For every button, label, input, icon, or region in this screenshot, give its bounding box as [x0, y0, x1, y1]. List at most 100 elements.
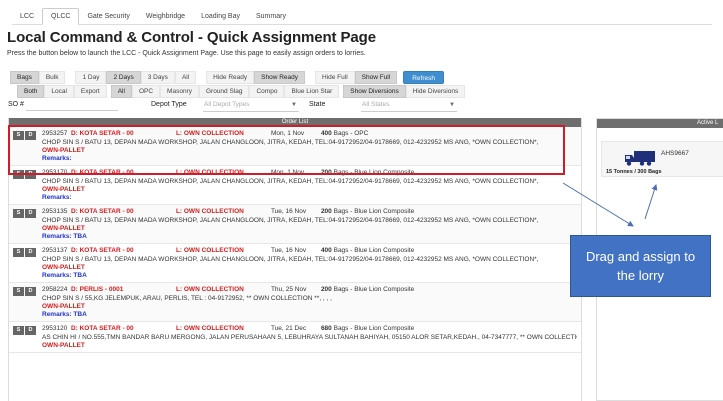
order-remarks: Remarks: TBA — [42, 311, 87, 318]
hide-ready-button[interactable]: Hide Ready — [206, 71, 255, 84]
order-date: Thu, 25 Nov — [270, 286, 307, 293]
two-days-button[interactable]: 2 Days — [106, 71, 141, 84]
order-row[interactable]: S D 2953135 D: KOTA SETAR - 00 L: OWN COLLE… — [9, 205, 581, 244]
chevron-down-icon: ▼ — [291, 102, 297, 108]
order-sd-badges: SD — [13, 287, 37, 296]
order-load-type: L: OWN COLLECTION — [175, 247, 244, 254]
order-date: Tue, 16 Nov — [270, 208, 307, 215]
order-product: Bags - Blue Lion Composite — [333, 247, 415, 254]
compo-button[interactable]: Compo — [249, 85, 285, 98]
refresh-button[interactable]: Refresh — [403, 71, 444, 84]
s-badge[interactable]: S — [13, 170, 24, 179]
order-product: Bags - Blue Lion Composite — [333, 286, 415, 293]
order-load-type: L: OWN COLLECTION — [175, 286, 244, 293]
s-badge[interactable]: S — [13, 131, 24, 140]
show-ready-button[interactable]: Show Ready — [254, 71, 305, 84]
order-list: S D 2953257 D: KOTA SETAR - 00 L: OWN COLLE… — [9, 127, 581, 353]
toolbar-row-1: Bags Bulk 1 Day 2 Days 3 Days All Hide R… — [10, 71, 444, 84]
s-badge[interactable]: S — [13, 326, 24, 335]
tab-gate-security[interactable]: Gate Security — [79, 9, 137, 24]
so-input[interactable] — [26, 100, 118, 111]
s-badge[interactable]: S — [13, 248, 24, 257]
three-days-button[interactable]: 3 Days — [140, 71, 175, 84]
order-address: CHOP SIN S / BATU 13, DEPAN MADA WORKSHO… — [42, 217, 539, 224]
order-so-number: 2953257 — [42, 130, 68, 137]
tab-loading-bay[interactable]: Loading Bay — [193, 9, 248, 24]
order-so-number: 2953137 — [42, 247, 68, 254]
order-load-type: L: OWN COLLECTION — [175, 130, 244, 137]
order-destination: D: PERLIS - 0001 — [70, 286, 124, 293]
local-button[interactable]: Local — [44, 85, 74, 98]
d-badge[interactable]: D — [25, 131, 36, 140]
bulk-button[interactable]: Bulk — [38, 71, 66, 84]
order-remarks: Remarks: — [42, 194, 72, 201]
order-address: CHOP SIN S / BATU 13, DEPAN MADA WORKSHO… — [42, 256, 539, 263]
show-diversions-button[interactable]: Show Diversions — [343, 85, 406, 98]
order-row[interactable]: S D 2953137 D: KOTA SETAR - 00 L: OWN COLLE… — [9, 244, 581, 283]
order-sd-badges: SD — [13, 248, 37, 257]
state-label: State — [309, 101, 326, 108]
order-so-number: 2953170 — [42, 169, 68, 176]
order-address: CHOP SIN S / 55,KG JELEMPUK, ARAU, PERLI… — [42, 295, 332, 302]
order-row[interactable]: S D 2953170 D: KOTA SETAR - 00 L: OWN COLLE… — [9, 166, 581, 205]
masonry-button[interactable]: Masonry — [160, 85, 199, 98]
page-subtitle: Press the button below to launch the LCC… — [7, 50, 366, 57]
order-row[interactable]: S D 2958224 D: PERLIS - 0001 L: OWN COLLECT… — [9, 283, 581, 322]
ground-slag-button[interactable]: Ground Slag — [198, 85, 250, 98]
s-badge[interactable]: S — [13, 287, 24, 296]
order-quantity: 680 — [320, 325, 332, 332]
bags-button[interactable]: Bags — [10, 71, 39, 84]
d-badge[interactable]: D — [25, 209, 36, 218]
lorry-plate: AHS9667 — [661, 150, 689, 157]
order-quantity: 400 — [320, 247, 332, 254]
lorry-card[interactable]: AHS9667 15 Tonnes / 300 Bags — [601, 141, 723, 177]
order-summary: 2953137 D: KOTA SETAR - 00 L: OWN COLLECT… — [42, 246, 577, 255]
callout-box: Drag and assign to the lorry — [570, 235, 711, 297]
order-sd-badges: SD — [13, 131, 37, 140]
so-label: SO # — [8, 101, 24, 108]
show-full-button[interactable]: Show Full — [354, 71, 398, 84]
all-days-button[interactable]: All — [174, 71, 197, 84]
d-badge[interactable]: D — [25, 287, 36, 296]
opc-button[interactable]: OPC — [131, 85, 161, 98]
order-sd-badges: SD — [13, 209, 37, 218]
hide-diversions-button[interactable]: Hide Diversions — [405, 85, 466, 98]
tab-weighbridge[interactable]: Weighbridge — [138, 9, 193, 24]
product-all-button[interactable]: All — [110, 85, 132, 98]
order-row[interactable]: S D 2953120 D: KOTA SETAR - 00 L: OWN COLLE… — [9, 322, 581, 353]
s-badge[interactable]: S — [13, 209, 24, 218]
hide-full-button[interactable]: Hide Full — [315, 71, 355, 84]
order-row[interactable]: S D 2953257 D: KOTA SETAR - 00 L: OWN COLLE… — [9, 127, 581, 166]
order-remarks: Remarks: TBA — [42, 233, 87, 240]
order-summary: 2958224 D: PERLIS - 0001 L: OWN COLLECTIO… — [42, 285, 577, 294]
one-day-button[interactable]: 1 Day — [75, 71, 107, 84]
order-summary: 2953135 D: KOTA SETAR - 00 L: OWN COLLECT… — [42, 207, 577, 216]
truck-icon — [625, 151, 655, 166]
order-summary: 2953257 D: KOTA SETAR - 00 L: OWN COLLECT… — [42, 129, 577, 138]
d-badge[interactable]: D — [25, 326, 36, 335]
both-button[interactable]: Both — [17, 85, 45, 98]
order-so-number: 2958224 — [42, 286, 68, 293]
d-badge[interactable]: D — [25, 170, 36, 179]
blue-lion-star-button[interactable]: Blue Lion Star — [284, 85, 340, 98]
order-sd-badges: SD — [13, 170, 37, 179]
page-title: Local Command & Control - Quick Assignme… — [7, 29, 376, 46]
order-date: Tue, 16 Nov — [270, 247, 307, 254]
order-pallet: OWN-PALLET — [42, 264, 85, 271]
tab-qlcc[interactable]: QLCC — [42, 8, 80, 25]
d-badge[interactable]: D — [25, 248, 36, 257]
state-value: All States — [362, 101, 390, 108]
order-product: Bags - Blue Lion Composite — [333, 169, 415, 176]
tab-bar: LCC QLCC Gate Security Weighbridge Loadi… — [12, 8, 712, 25]
depot-type-select[interactable]: All Depot Types ▼ — [203, 101, 299, 112]
export-button[interactable]: Export — [73, 85, 107, 98]
order-date: Tue, 21 Dec — [270, 325, 307, 332]
order-so-number: 2953120 — [42, 325, 68, 332]
order-load-type: L: OWN COLLECTION — [175, 325, 244, 332]
state-select[interactable]: All States ▼ — [361, 101, 457, 112]
tab-lcc[interactable]: LCC — [12, 9, 42, 24]
lorry-capacity: 15 Tonnes / 300 Bags — [606, 169, 662, 175]
order-pallet: OWN-PALLET — [42, 303, 85, 310]
order-destination: D: KOTA SETAR - 00 — [70, 208, 134, 215]
tab-summary[interactable]: Summary — [248, 9, 294, 24]
